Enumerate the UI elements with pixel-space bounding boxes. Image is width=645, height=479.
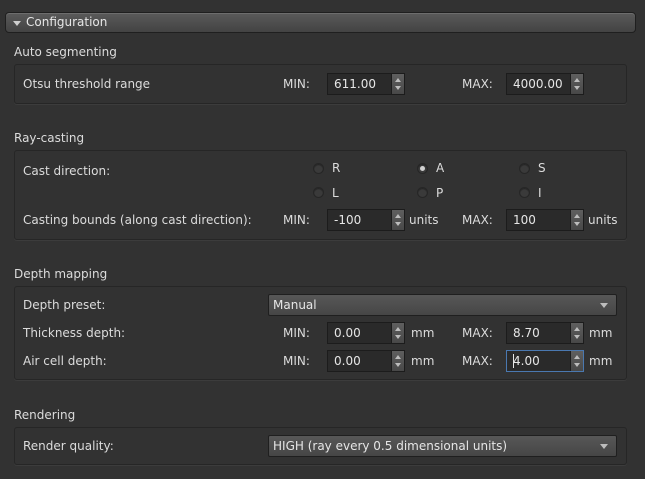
spin-arrows[interactable] <box>570 323 583 343</box>
spin-up-icon[interactable] <box>574 355 580 359</box>
radio-direction-a[interactable] <box>417 163 428 174</box>
otsu-min-spinbox[interactable]: 611.00 <box>327 73 405 95</box>
otsu-max-spinbox[interactable]: 4000.00 <box>506 73 584 95</box>
bounds-min-value: -100 <box>334 213 362 227</box>
aircell-max-unit: mm <box>589 354 613 368</box>
depth-preset-value: Manual <box>273 298 317 312</box>
spin-arrows[interactable] <box>391 351 404 371</box>
otsu-min-value: 611.00 <box>334 77 376 91</box>
radio-direction-r[interactable] <box>313 163 324 174</box>
spin-up-icon[interactable] <box>574 327 580 331</box>
radio-label-a[interactable]: A <box>436 161 444 175</box>
radio-label-s[interactable]: S <box>538 161 546 175</box>
render-quality-label: Render quality: <box>23 439 114 453</box>
thickness-min-label: MIN: <box>283 326 310 340</box>
collapse-arrow-icon <box>13 21 21 26</box>
spin-down-icon[interactable] <box>395 86 401 90</box>
spin-down-icon[interactable] <box>574 363 580 367</box>
ray-casting-title: Ray-casting <box>14 131 85 145</box>
otsu-max-value: 4000.00 <box>513 77 563 91</box>
depth-preset-dropdown[interactable]: Manual <box>268 294 617 316</box>
thickness-min-unit: mm <box>411 326 435 340</box>
aircell-max-label: MAX: <box>462 354 493 368</box>
depth-preset-label: Depth preset: <box>23 298 106 312</box>
radio-label-p[interactable]: P <box>436 186 443 200</box>
radio-direction-i[interactable] <box>519 187 530 198</box>
spin-arrows[interactable] <box>570 74 583 94</box>
bounds-max-label: MAX: <box>462 213 493 227</box>
spin-arrows[interactable] <box>570 351 583 371</box>
bounds-min-spinbox[interactable]: -100 <box>327 209 405 231</box>
spin-down-icon[interactable] <box>574 335 580 339</box>
radio-direction-l[interactable] <box>313 187 324 198</box>
aircell-max-spinbox[interactable]: 4.00 <box>506 350 584 372</box>
spin-arrows[interactable] <box>570 210 583 230</box>
thickness-max-label: MAX: <box>462 326 493 340</box>
bounds-max-unit: units <box>588 213 618 227</box>
otsu-max-label: MAX: <box>462 77 493 91</box>
radio-label-i[interactable]: I <box>538 186 542 200</box>
thickness-depth-label: Thickness depth: <box>23 326 126 340</box>
radio-direction-p[interactable] <box>417 187 428 198</box>
radio-label-r[interactable]: R <box>332 161 340 175</box>
aircell-min-spinbox[interactable]: 0.00 <box>327 350 405 372</box>
thickness-min-spinbox[interactable]: 0.00 <box>327 322 405 344</box>
spin-up-icon[interactable] <box>395 78 401 82</box>
spin-up-icon[interactable] <box>395 327 401 331</box>
spin-up-icon[interactable] <box>395 214 401 218</box>
section-header-title: Configuration <box>26 15 108 29</box>
aircell-min-label: MIN: <box>283 354 310 368</box>
spin-down-icon[interactable] <box>574 222 580 226</box>
thickness-max-value: 8.70 <box>513 326 540 340</box>
aircell-min-value: 0.00 <box>334 354 361 368</box>
thickness-max-spinbox[interactable]: 8.70 <box>506 322 584 344</box>
otsu-min-label: MIN: <box>283 77 310 91</box>
thickness-max-unit: mm <box>589 326 613 340</box>
configuration-section-header[interactable]: Configuration <box>5 12 636 33</box>
bounds-min-label: MIN: <box>283 213 310 227</box>
spin-down-icon[interactable] <box>574 86 580 90</box>
auto-segmenting-title: Auto segmenting <box>14 45 117 59</box>
spin-down-icon[interactable] <box>395 222 401 226</box>
render-quality-value: HIGH (ray every 0.5 dimensional units) <box>273 439 508 453</box>
aircell-min-unit: mm <box>411 354 435 368</box>
dropdown-arrow-icon <box>600 303 608 308</box>
spin-arrows[interactable] <box>391 74 404 94</box>
spin-up-icon[interactable] <box>574 214 580 218</box>
spin-arrows[interactable] <box>391 323 404 343</box>
spin-down-icon[interactable] <box>395 363 401 367</box>
render-quality-dropdown[interactable]: HIGH (ray every 0.5 dimensional units) <box>268 435 617 457</box>
thickness-min-value: 0.00 <box>334 326 361 340</box>
spin-up-icon[interactable] <box>395 355 401 359</box>
spin-down-icon[interactable] <box>395 335 401 339</box>
spin-up-icon[interactable] <box>574 78 580 82</box>
spin-arrows[interactable] <box>391 210 404 230</box>
depth-mapping-title: Depth mapping <box>14 267 108 281</box>
rendering-title: Rendering <box>14 408 76 422</box>
text-caret <box>513 354 514 368</box>
cast-direction-label: Cast direction: <box>23 164 111 178</box>
dropdown-arrow-icon <box>600 444 608 449</box>
radio-label-l[interactable]: L <box>332 186 339 200</box>
air-cell-depth-label: Air cell depth: <box>23 354 107 368</box>
aircell-max-value: 4.00 <box>513 354 540 368</box>
otsu-threshold-label: Otsu threshold range <box>23 77 151 91</box>
casting-bounds-label: Casting bounds (along cast direction): <box>23 213 252 227</box>
bounds-max-spinbox[interactable]: 100 <box>506 209 584 231</box>
bounds-min-unit: units <box>409 213 439 227</box>
bounds-max-value: 100 <box>513 213 536 227</box>
radio-direction-s[interactable] <box>519 163 530 174</box>
